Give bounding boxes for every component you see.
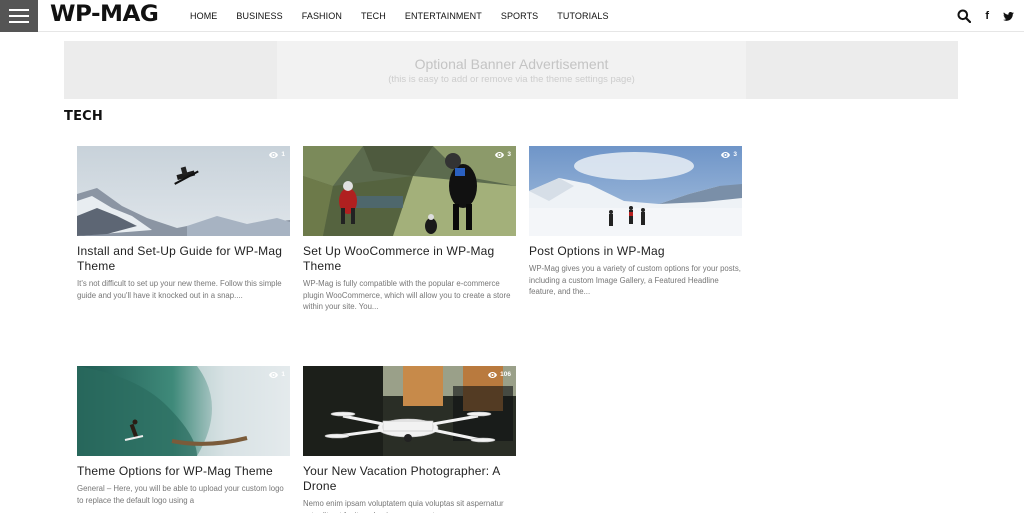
section-title: TECH bbox=[64, 109, 103, 124]
post-card: 3 Set Up WooCommerce in WP-Mag Theme WP-… bbox=[303, 146, 516, 313]
post-thumbnail[interactable]: 1 bbox=[77, 366, 290, 456]
post-title[interactable]: Post Options in WP-Mag bbox=[529, 244, 742, 259]
facebook-icon[interactable]: f bbox=[985, 10, 989, 22]
eye-icon bbox=[269, 151, 279, 158]
nav-home[interactable]: HOME bbox=[190, 11, 217, 21]
nav-fashion[interactable]: FASHION bbox=[302, 11, 342, 21]
post-thumbnail[interactable]: 106 bbox=[303, 366, 516, 456]
post-excerpt: Nemo enim ipsam voluptatem quia voluptas… bbox=[303, 499, 504, 513]
header-icons: f bbox=[957, 0, 1014, 32]
view-count: 1 bbox=[269, 371, 285, 378]
nav-tech[interactable]: TECH bbox=[361, 11, 386, 21]
nav-entertainment[interactable]: ENTERTAINMENT bbox=[405, 11, 482, 21]
hamburger-menu-icon[interactable] bbox=[0, 0, 38, 32]
banner-subtitle: (this is easy to add or remove via the t… bbox=[388, 74, 635, 85]
nav-tutorials[interactable]: TUTORIALS bbox=[557, 11, 608, 21]
site-logo[interactable]: WP-MAG bbox=[50, 2, 159, 27]
post-card: 106 Your New Vacation Photographer: A Dr… bbox=[303, 366, 516, 513]
view-count: 106 bbox=[488, 371, 511, 378]
twitter-icon[interactable] bbox=[1003, 11, 1014, 21]
main-nav: HOME BUSINESS FASHION TECH ENTERTAINMENT… bbox=[190, 0, 628, 32]
post-excerpt: General – Here, you will be able to uplo… bbox=[77, 484, 284, 505]
post-thumbnail[interactable]: 1 bbox=[77, 146, 290, 236]
eye-icon bbox=[269, 371, 279, 378]
view-count: 1 bbox=[269, 151, 285, 158]
post-thumbnail[interactable]: 3 bbox=[303, 146, 516, 236]
banner-title: Optional Banner Advertisement bbox=[414, 56, 609, 72]
post-excerpt: It's not difficult to set up your new th… bbox=[77, 279, 282, 300]
eye-icon bbox=[488, 371, 498, 378]
banner-ad-inner: Optional Banner Advertisement (this is e… bbox=[277, 41, 746, 99]
post-card: 3 Post Options in WP-Mag WP-Mag gives yo… bbox=[529, 146, 742, 298]
view-count: 3 bbox=[721, 151, 737, 158]
post-title[interactable]: Install and Set-Up Guide for WP-Mag Them… bbox=[77, 244, 290, 274]
post-thumbnail[interactable]: 3 bbox=[529, 146, 742, 236]
post-excerpt: WP-Mag is fully compatible with the popu… bbox=[303, 279, 511, 311]
site-header: WP-MAG HOME BUSINESS FASHION TECH ENTERT… bbox=[0, 0, 1024, 32]
post-title[interactable]: Theme Options for WP-Mag Theme bbox=[77, 464, 290, 479]
post-card: 1 Theme Options for WP-Mag Theme General… bbox=[77, 366, 290, 506]
eye-icon bbox=[721, 151, 731, 158]
banner-ad[interactable]: Optional Banner Advertisement (this is e… bbox=[64, 41, 958, 99]
search-icon[interactable] bbox=[957, 9, 972, 23]
post-title[interactable]: Your New Vacation Photographer: A Drone bbox=[303, 464, 516, 494]
nav-business[interactable]: BUSINESS bbox=[236, 11, 282, 21]
nav-sports[interactable]: SPORTS bbox=[501, 11, 538, 21]
view-count: 3 bbox=[495, 151, 511, 158]
post-card: 1 Install and Set-Up Guide for WP-Mag Th… bbox=[77, 146, 290, 301]
post-excerpt: WP-Mag gives you a variety of custom opt… bbox=[529, 264, 741, 296]
eye-icon bbox=[495, 151, 505, 158]
post-title[interactable]: Set Up WooCommerce in WP-Mag Theme bbox=[303, 244, 516, 274]
